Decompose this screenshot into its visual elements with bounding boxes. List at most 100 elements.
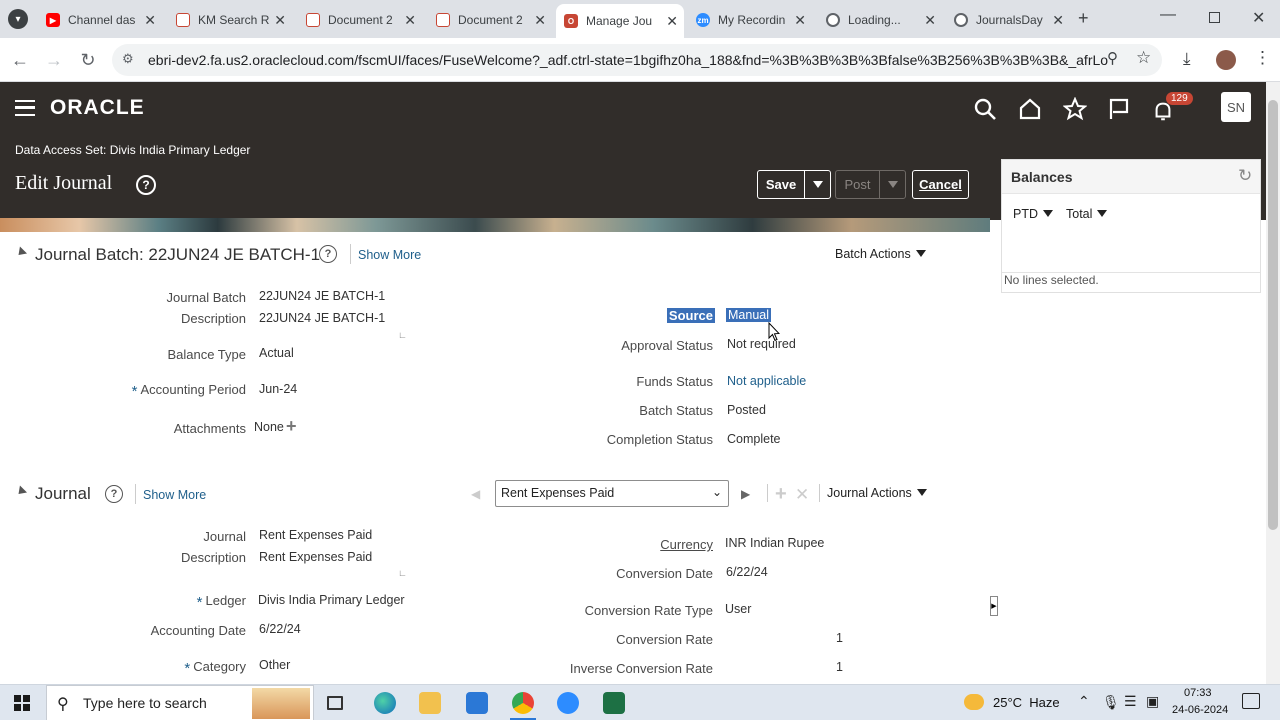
post-button[interactable]: Post [835,170,880,199]
journal-name-field[interactable]: Rent Expenses Paid [259,528,372,542]
expand-panel-icon[interactable]: ▶ [990,596,998,616]
cancel-button[interactable]: Cancel [912,170,969,199]
menu-dots-icon[interactable]: ⋮ [1254,48,1271,68]
close-icon[interactable]: ✕ [666,13,678,30]
edge-icon[interactable] [374,692,396,714]
hamburger-menu-icon[interactable] [15,100,35,116]
conversion-rate-type-value[interactable]: User [725,602,751,616]
home-icon[interactable] [1017,96,1043,122]
clock-date[interactable]: 24-06-2024 [1172,704,1228,716]
next-journal-icon[interactable]: ▶ [741,487,750,501]
bookmark-star-icon[interactable]: ☆ [1136,48,1151,68]
flag-icon[interactable] [1106,96,1132,122]
close-window-icon[interactable]: ✕ [1252,8,1265,28]
zoom-app-icon[interactable] [557,692,579,714]
new-tab-button[interactable]: + [1078,8,1089,29]
camera-icon[interactable]: ▣ [1146,693,1159,710]
collapse-batch-icon[interactable] [14,246,28,259]
close-icon[interactable]: ✕ [924,12,936,29]
browser-tab[interactable]: ▶ Channel das ✕ [38,6,162,34]
browser-tab[interactable]: Document 2 ✕ [298,6,422,34]
add-attachment-icon[interactable]: + [286,416,297,437]
chrome-icon[interactable] [512,692,534,714]
microphone-icon[interactable]: 🎙 [1102,694,1120,711]
previous-journal-icon[interactable]: ◀ [471,487,480,501]
close-icon[interactable]: ✕ [144,12,156,29]
windows-start-icon[interactable] [14,695,30,711]
currency-value[interactable]: INR Indian Rupee [725,536,824,550]
browser-tab[interactable]: Loading... ✕ [818,6,942,34]
close-icon[interactable]: ✕ [534,12,546,29]
close-icon[interactable]: ✕ [404,12,416,29]
ledger-label: * Ledger [196,593,246,611]
site-info-icon[interactable]: ⚙ [122,51,134,67]
journal-actions-menu[interactable]: Journal Actions [827,486,927,500]
browser-tab-active[interactable]: O Manage Jou ✕ [556,4,684,38]
weather-text[interactable]: 25°C Haze [993,695,1060,710]
notification-center-icon[interactable] [1242,693,1260,709]
funds-status-link[interactable]: Not applicable [727,374,806,388]
batch-actions-menu[interactable]: Batch Actions [835,247,926,261]
tray-chevron-icon[interactable]: ⌃ [1078,693,1090,710]
page-scrollbar[interactable] [1266,82,1280,684]
profile-avatar[interactable] [1216,50,1236,70]
taskbar-search-box[interactable]: ⚲ Type here to search [46,685,314,720]
help-icon[interactable]: ? [319,245,337,263]
resize-handle-icon[interactable]: ∟ [398,330,407,340]
category-value[interactable]: Other [259,658,290,672]
batch-show-more-link[interactable]: Show More [358,248,421,262]
journal-batch-value[interactable]: 22JUN24 JE BATCH-1 [259,289,385,303]
browser-tab[interactable]: KM Search R ✕ [168,6,292,34]
close-icon[interactable]: ✕ [1052,12,1064,29]
reload-icon[interactable]: ↻ [76,48,100,72]
add-journal-icon[interactable]: + [775,483,787,506]
post-menu-button[interactable] [879,170,906,199]
journal-selector[interactable]: Rent Expenses Paid ⌄ [495,480,729,507]
task-view-icon[interactable] [327,696,343,710]
search-icon[interactable] [972,96,998,122]
ptd-dropdown[interactable]: PTD [1013,207,1053,221]
ledger-value[interactable]: Divis India Primary Ledger [258,593,405,607]
journal-show-more-link[interactable]: Show More [143,488,206,502]
refresh-icon[interactable]: ↻ [1238,166,1252,186]
conversion-date-value[interactable]: 6/22/24 [726,565,768,579]
favorites-star-icon[interactable] [1062,96,1088,122]
browser-tab[interactable]: zm My Recordin ✕ [688,6,812,34]
forward-icon[interactable]: → [42,48,66,72]
total-dropdown[interactable]: Total [1066,207,1108,221]
omnibox[interactable]: ⚙ ebri-dev2.fa.us2.oraclecloud.com/fscmU… [112,44,1162,76]
minimize-icon[interactable]: — [1160,6,1176,24]
mail-icon[interactable] [466,692,488,714]
oracle-logo[interactable]: ORACLE [50,96,145,120]
clock-time[interactable]: 07:33 [1184,687,1212,699]
url-text[interactable]: ebri-dev2.fa.us2.oraclecloud.com/fscmUI/… [148,52,1108,68]
close-icon[interactable]: ✕ [794,12,806,29]
restore-icon[interactable] [1209,12,1220,23]
close-icon[interactable]: ✕ [274,12,286,29]
excel-icon[interactable] [603,692,625,714]
browser-tab[interactable]: JournalsDay ✕ [946,6,1070,34]
help-icon[interactable]: ? [136,175,156,195]
browser-tab[interactable]: Document 2 ✕ [428,6,552,34]
file-explorer-icon[interactable] [419,692,441,714]
back-icon[interactable]: ← [8,48,32,72]
collapse-journal-icon[interactable] [14,485,28,498]
resize-handle-icon[interactable]: ∟ [398,568,407,578]
user-avatar[interactable]: SN [1221,92,1251,122]
journal-description-field[interactable]: Rent Expenses Paid [259,550,372,564]
save-menu-button[interactable] [804,170,831,199]
accounting-period-value[interactable]: Jun-24 [259,382,297,396]
conversion-rate-value[interactable]: 1 [836,631,843,645]
help-icon[interactable]: ? [105,485,123,503]
accounting-date-value[interactable]: 6/22/24 [259,622,301,636]
source-value: Manual [726,308,771,322]
scrollbar-thumb[interactable] [1268,100,1278,530]
notification-count-badge[interactable]: 129 [1166,92,1193,105]
wifi-icon[interactable]: ☰ [1124,693,1137,710]
download-icon[interactable]: ⤓ [1183,49,1191,69]
delete-journal-icon[interactable]: ✕ [795,485,809,505]
zoom-search-icon[interactable]: ⚲ [1107,49,1118,67]
save-button[interactable]: Save [757,170,805,199]
batch-description-field[interactable]: 22JUN24 JE BATCH-1 [259,311,385,325]
tab-search-icon[interactable]: ▾ [8,9,28,29]
